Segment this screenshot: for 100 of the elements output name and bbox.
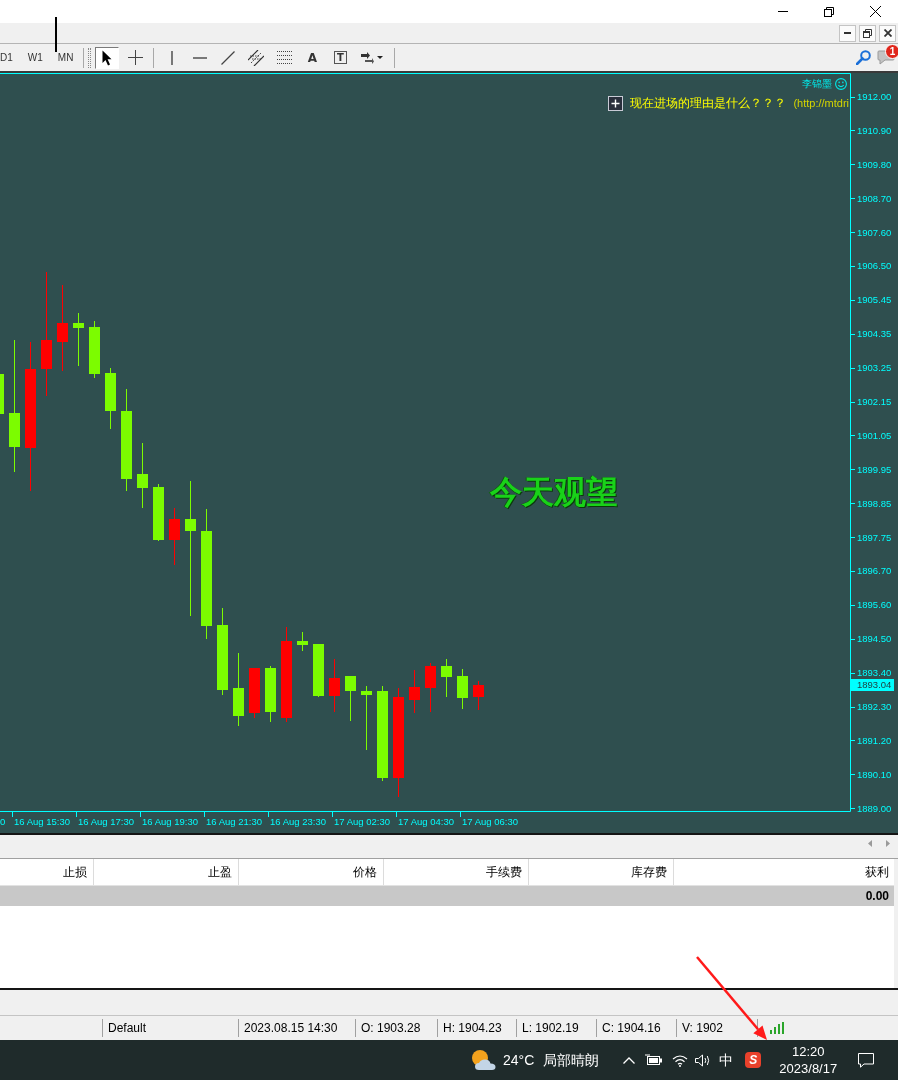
price-axis-label: 1891.20 — [857, 734, 892, 747]
crosshair-icon — [127, 50, 143, 65]
time-axis-label: 16 Aug 19:30 — [142, 816, 198, 828]
search-icon — [856, 50, 871, 65]
wifi-icon[interactable] — [672, 1053, 689, 1067]
price-axis-label: 1904.35 — [857, 328, 892, 341]
battery-icon[interactable] — [645, 1054, 664, 1066]
price-axis-label: 1892.30 — [857, 701, 892, 714]
price-axis-label: 1890.10 — [857, 768, 892, 781]
time-axis-label: 17 Aug 06:30 — [462, 816, 518, 828]
timeframe-button[interactable]: D1 — [0, 47, 19, 68]
chart-minimize-button[interactable] — [839, 24, 856, 42]
dotted-lines-icon — [276, 51, 292, 64]
minimize-icon — [844, 32, 851, 34]
price-axis-label: 1909.80 — [857, 158, 892, 171]
candle — [265, 665, 276, 723]
price-axis-label: 1894.50 — [857, 633, 892, 646]
minimize-icon — [778, 11, 788, 12]
price-axis-label: 1907.60 — [857, 226, 892, 239]
connection-bars-icon — [770, 1022, 784, 1034]
restore-icon — [824, 6, 834, 17]
current-price-label: 1893.04 — [851, 679, 895, 691]
app-logo-icon[interactable]: S — [745, 1052, 762, 1068]
timeframe-button[interactable]: MN — [51, 47, 80, 68]
arrows-icon — [361, 51, 375, 64]
price-axis-label: 1906.50 — [857, 260, 892, 273]
candle — [345, 675, 356, 722]
time-axis-label: 17 Aug 02:30 — [334, 816, 390, 828]
candle — [297, 631, 308, 652]
candle — [457, 668, 468, 710]
horizontal-line-icon — [193, 56, 208, 59]
pointer-arrow-icon — [102, 49, 113, 66]
chart-comment: 现在进场的理由是什么？？？ — [630, 96, 787, 111]
speaker-icon[interactable] — [695, 1053, 711, 1067]
weather-temperature[interactable]: 24°C — [503, 1051, 535, 1069]
timeframe-button[interactable]: W1 — [21, 47, 49, 68]
signal-text: 今天观望 — [490, 474, 618, 510]
candle — [329, 658, 340, 713]
candle — [425, 662, 436, 713]
chevron-up-icon[interactable] — [623, 1056, 636, 1064]
sun-cloud-icon[interactable] — [470, 1049, 496, 1071]
candle — [409, 669, 420, 714]
column-header[interactable]: 止损 — [0, 859, 94, 885]
candle — [169, 507, 180, 566]
price-axis-label: 1897.75 — [857, 531, 892, 544]
candle — [73, 312, 84, 367]
price-axis-label: 1889.00 — [857, 802, 892, 815]
column-header[interactable]: 库存费 — [529, 859, 674, 885]
candle — [153, 483, 164, 542]
price-axis-label: 1901.05 — [857, 429, 892, 442]
status-bar-text: L: 1902.19 — [521, 1020, 580, 1037]
price-axis-label: 1910.90 — [857, 124, 892, 137]
status-bar-text: 2023.08.15 14:30 — [243, 1020, 339, 1037]
price-axis-label: 1899.95 — [857, 463, 892, 476]
candle — [249, 667, 260, 719]
candle — [473, 680, 484, 711]
price-axis-label: 1902.15 — [857, 396, 892, 408]
column-header[interactable]: 价格 — [239, 859, 384, 885]
hatched-lines-icon — [248, 49, 265, 66]
column-header[interactable]: 获利 — [674, 859, 894, 885]
time-axis-label: 16 Aug 23:30 — [270, 816, 326, 828]
status-bar-text: H: 1904.23 — [442, 1020, 503, 1037]
chart-restore-button[interactable] — [859, 24, 876, 42]
time-axis-label: 0 — [0, 816, 6, 828]
notification-icon[interactable] — [858, 1052, 875, 1068]
expert-name: 李锦墨 — [802, 78, 832, 90]
profit-total: 0.00 — [865, 888, 889, 905]
text-tool-button[interactable]: A — [300, 46, 325, 69]
status-bar-text: Default — [107, 1020, 148, 1037]
close-icon — [883, 29, 892, 37]
column-header[interactable]: 止盈 — [94, 859, 239, 885]
candle — [105, 367, 116, 430]
price-axis-label: 1896.70 — [857, 565, 892, 578]
candle — [361, 685, 372, 751]
status-bar-text: C: 1904.16 — [601, 1020, 662, 1037]
input-method-indicator[interactable]: 中 — [719, 1051, 734, 1069]
cursor-line — [55, 17, 57, 52]
candle — [0, 374, 4, 414]
vertical-line-icon — [171, 50, 174, 65]
price-axis-label: 1898.85 — [857, 497, 892, 510]
caret-icon — [377, 56, 384, 59]
weather-condition[interactable]: 局部晴朗 — [543, 1051, 600, 1069]
price-axis-label: 1893.40 — [857, 667, 892, 680]
price-axis-label: 1912.00 — [857, 91, 892, 103]
price-axis-label: 1908.70 — [857, 192, 892, 205]
column-header[interactable]: 手续费 — [384, 859, 529, 885]
price-axis-label: 1905.45 — [857, 294, 892, 307]
time-axis-label: 17 Aug 04:30 — [398, 816, 454, 828]
chart-close-button[interactable] — [879, 24, 896, 42]
restore-icon — [863, 28, 872, 38]
candle — [137, 442, 148, 509]
clock-date[interactable]: 2023/8/17 — [779, 1060, 838, 1077]
clock-time[interactable]: 12:20 — [792, 1043, 825, 1060]
diagonal-line-icon — [221, 50, 236, 65]
candle — [313, 643, 324, 698]
text-label-tool-button[interactable]: T — [328, 46, 353, 69]
close-icon — [869, 6, 881, 17]
notifications-button[interactable]: 1 — [874, 46, 898, 69]
cursor-tool-button[interactable] — [95, 46, 120, 69]
plus-box-icon — [608, 96, 624, 111]
